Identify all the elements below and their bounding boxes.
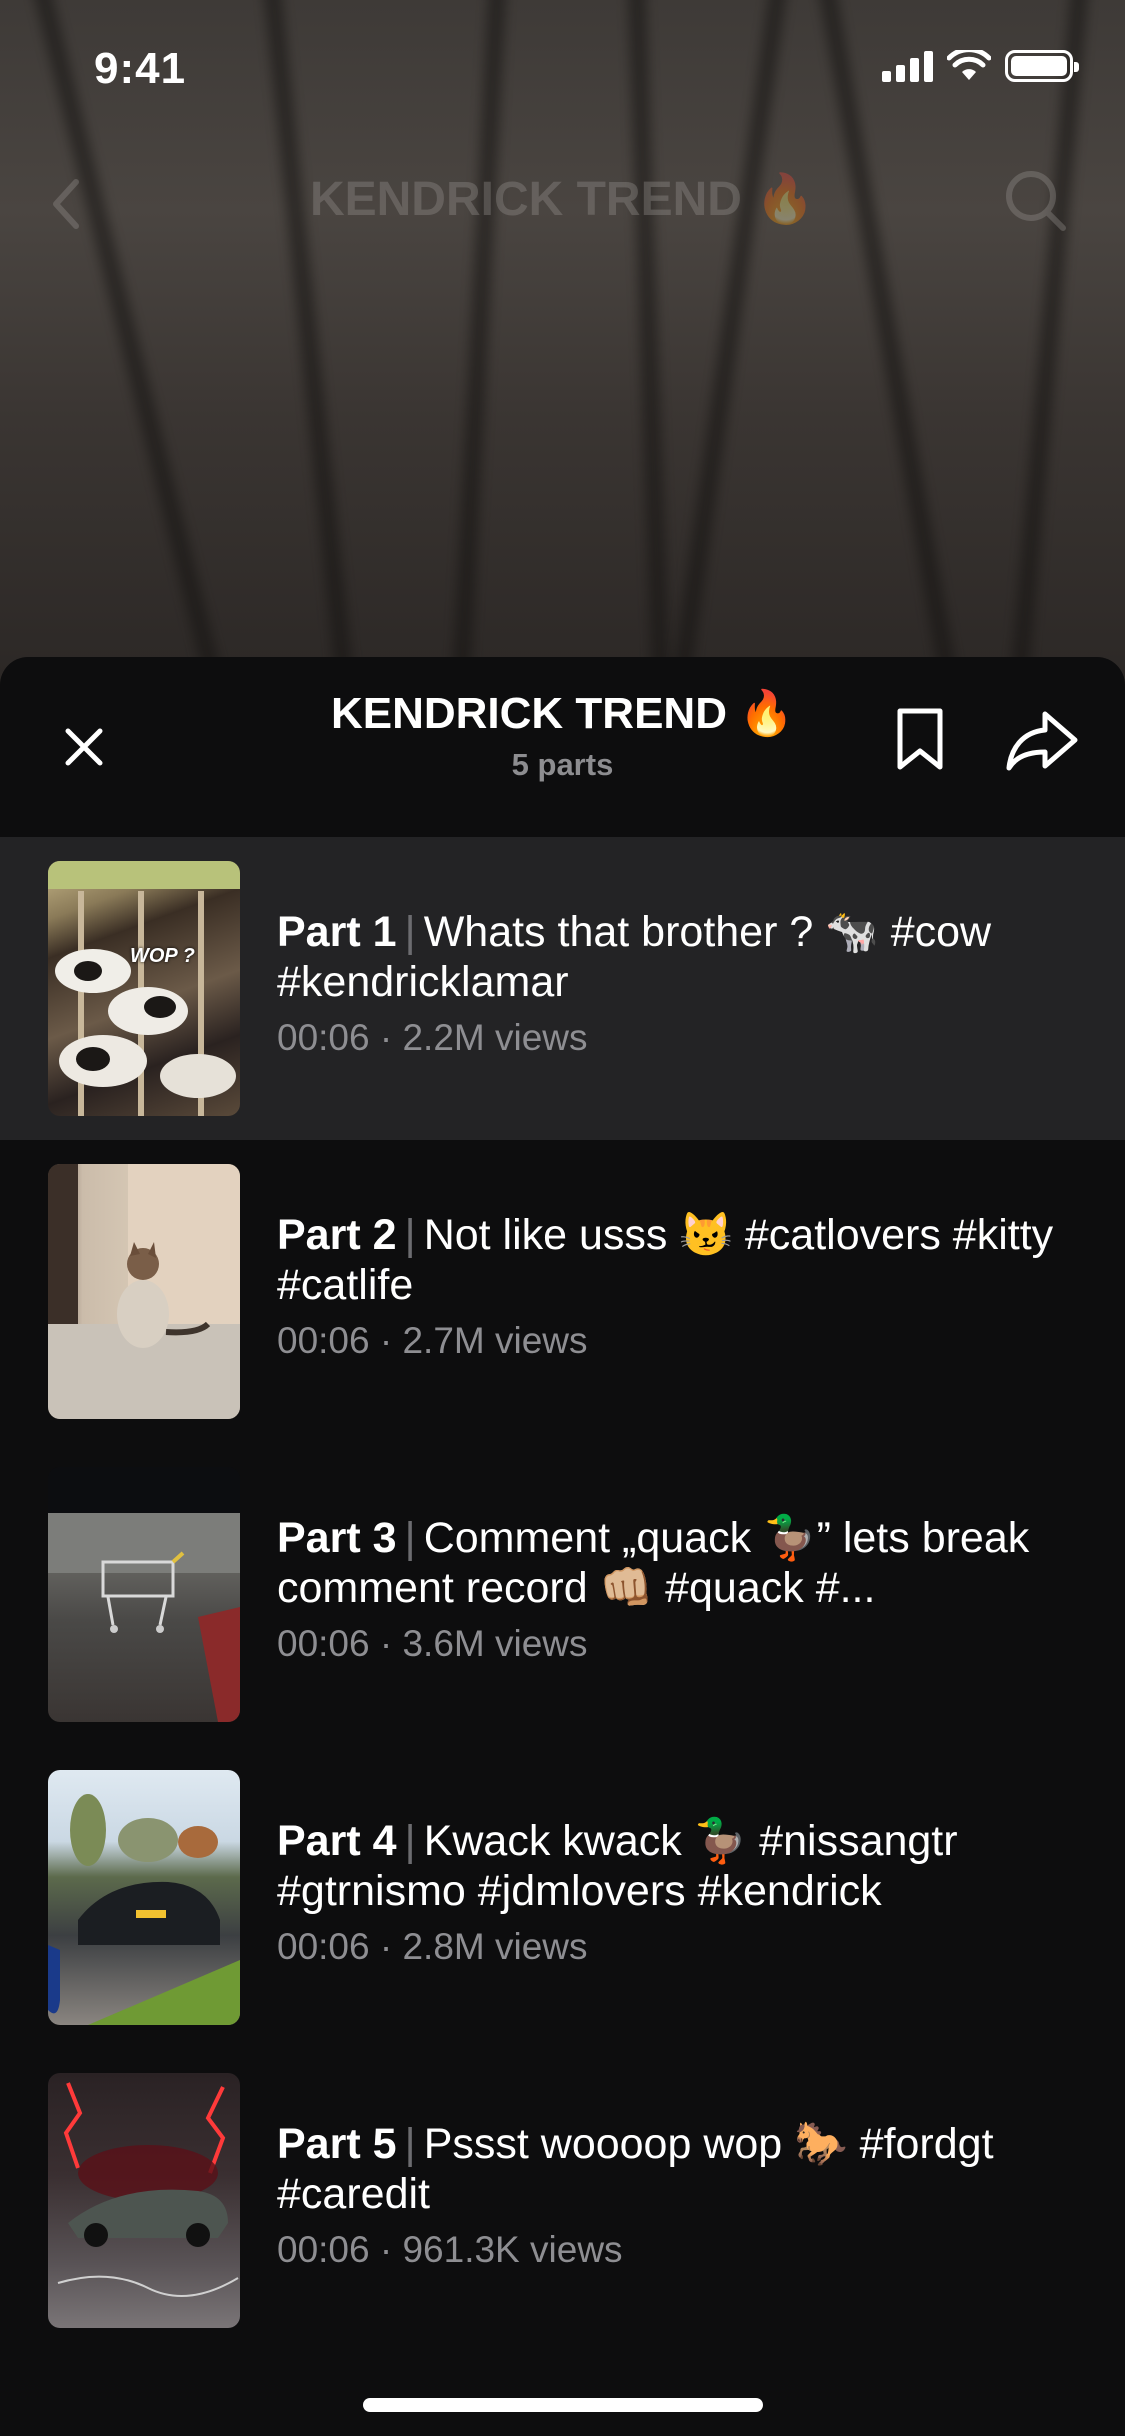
part-number: Part 5 [277, 2120, 397, 2168]
status-bar: 9:41 [0, 0, 1125, 140]
playlist-sheet: KENDRICK TREND 🔥 5 parts WOP ? Part 1 | … [0, 657, 1125, 2436]
parts-list: WOP ? Part 1 | Whats that brother ? 🐄 #cow… [0, 837, 1125, 2352]
wifi-icon [947, 50, 991, 80]
part-meta: 00:06 · 3.6M views [277, 1623, 588, 1664]
share-button[interactable] [1000, 705, 1084, 777]
list-item[interactable]: WOP ? Part 1 | Whats that brother ? 🐄 #cow… [0, 837, 1125, 1140]
part-meta: 00:06 · 2.2M views [277, 1017, 588, 1058]
cellular-signal-icon [882, 50, 933, 82]
part-meta: 00:06 · 2.7M views [277, 1320, 588, 1361]
part-number: Part 1 [277, 908, 397, 956]
list-item[interactable]: Part 2 | Not like usss 😼 #catlovers #kitty… [0, 1140, 1125, 1443]
search-icon [1006, 171, 1066, 231]
part-title: Part 1 | Whats that brother ? 🐄 #cow #kend… [277, 907, 1077, 1007]
part-title: Part 5 | Pssst woooop wop 🐎 #fordgt #cared… [277, 2119, 1077, 2219]
battery-icon [1005, 50, 1079, 82]
video-thumbnail: WOP ? [48, 861, 240, 1116]
video-thumbnail [48, 1770, 240, 2025]
bookmark-button[interactable] [888, 701, 952, 777]
part-title: Part 4 | Kwack kwack 🦆 #nissangtr #gtrnism… [277, 1816, 1077, 1916]
background-nav: KENDRICK TREND 🔥 [0, 160, 1125, 240]
separator: | [404, 1817, 416, 1865]
part-number: Part 3 [277, 1514, 397, 1562]
list-item[interactable]: Part 3 | Comment „quack 🦆” lets break comm… [0, 1443, 1125, 1746]
bookmark-icon [897, 708, 943, 770]
share-icon [1006, 711, 1078, 771]
list-item[interactable]: Part 4 | Kwack kwack 🦆 #nissangtr #gtrnism… [0, 1746, 1125, 2049]
list-item[interactable]: Part 5 | Pssst woooop wop 🐎 #fordgt #cared… [0, 2049, 1125, 2352]
sheet-title: KENDRICK TREND 🔥 [330, 689, 794, 738]
part-meta: 00:06 · 961.3K views [277, 2229, 623, 2270]
home-indicator[interactable] [363, 2398, 763, 2412]
video-thumbnail [48, 2073, 240, 2328]
part-number: Part 2 [277, 1211, 397, 1259]
separator: | [404, 1211, 416, 1259]
video-thumbnail [48, 1164, 240, 1419]
thumbnail-caption: WOP ? [130, 945, 195, 967]
part-meta: 00:06 · 2.8M views [277, 1926, 588, 1967]
part-title: Part 2 | Not like usss 😼 #catlovers #kitty… [277, 1210, 1077, 1310]
part-number: Part 4 [277, 1817, 397, 1865]
status-time: 9:41 [94, 44, 187, 93]
part-title: Part 3 | Comment „quack 🦆” lets break comm… [277, 1513, 1077, 1613]
separator: | [404, 908, 416, 956]
separator: | [404, 2120, 416, 2168]
video-thumbnail [48, 1467, 240, 1722]
background-title: KENDRICK TREND 🔥 [309, 173, 816, 226]
parts-count: 5 parts [511, 747, 614, 782]
separator: | [404, 1514, 416, 1562]
sheet-header: KENDRICK TREND 🔥 5 parts [0, 657, 1125, 837]
